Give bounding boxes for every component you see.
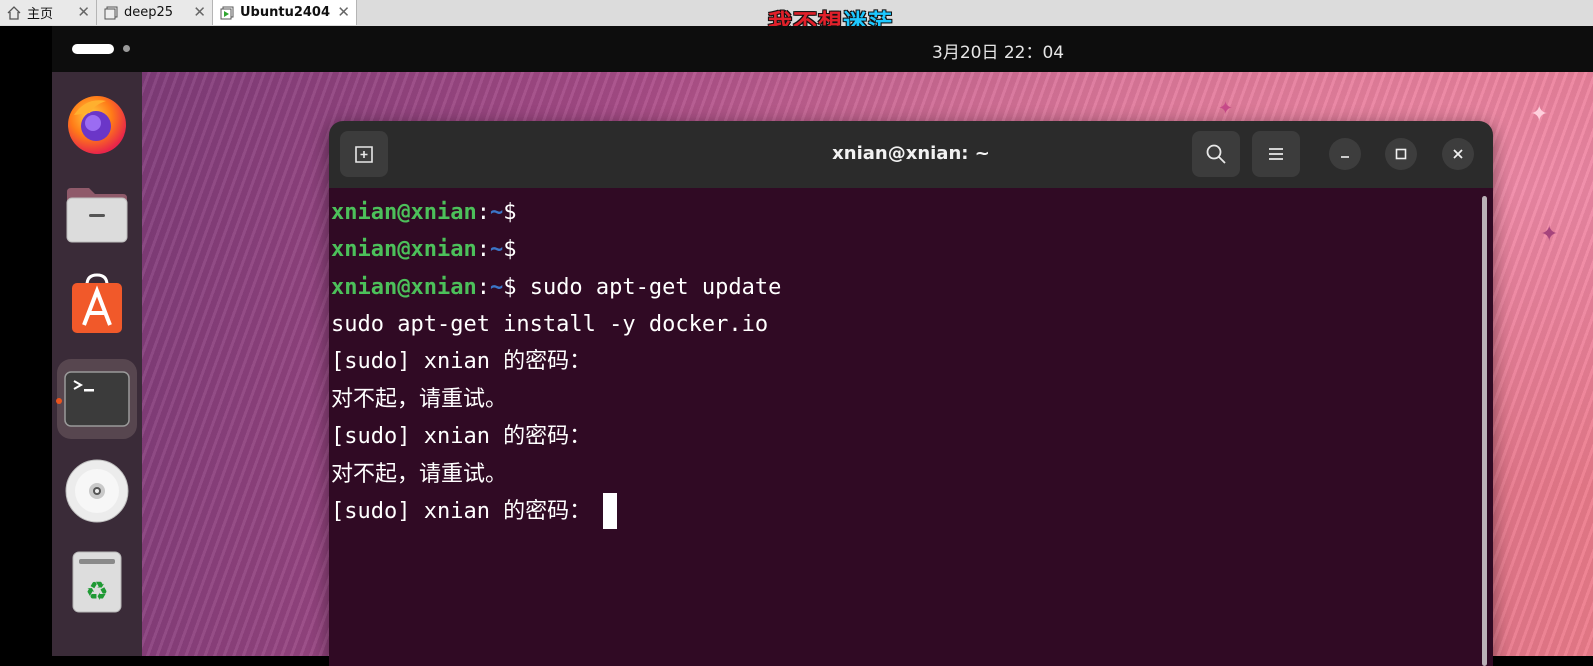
vm-left-margin <box>0 26 52 656</box>
terminal-title: xnian@xnian: ~ <box>832 143 990 164</box>
maximize-button[interactable] <box>1385 138 1417 170</box>
prompt-dollar: $ <box>503 200 517 225</box>
terminal-line: 对不起，请重试。 <box>331 387 508 412</box>
vm-tab-label: 主页 <box>27 7 54 22</box>
command-text: sudo apt-get update <box>516 275 782 300</box>
terminal-output[interactable]: xnian@xnian:~$ xnian@xnian:~$ xnian@xnia… <box>329 188 1493 666</box>
hamburger-menu-icon <box>1269 148 1283 160</box>
terminal-window: xnian@xnian: ~ xnian@xnian:~$ xnian@xnia… <box>329 121 1493 666</box>
clock[interactable]: 3月20日 22：04 <box>932 38 1064 63</box>
prompt-sep: : <box>476 200 490 225</box>
disc-icon <box>65 459 129 523</box>
sparkle-icon: ✦ <box>1540 222 1559 247</box>
sparkle-icon: ✦ <box>1218 98 1234 119</box>
app-center-icon <box>72 273 122 333</box>
dock-disc[interactable] <box>65 459 129 523</box>
dock-app-center[interactable] <box>65 272 129 336</box>
search-icon <box>1206 144 1226 164</box>
terminal-line: [sudo] xnian 的密码： <box>331 493 618 530</box>
vm-tab-deep25[interactable]: deep25 ✕ <box>97 0 213 25</box>
menu-button[interactable] <box>1252 131 1300 177</box>
maximize-icon <box>1395 148 1407 160</box>
terminal-line: xnian@xnian:~$ sudo apt-get update <box>331 269 781 306</box>
vm-icon <box>103 5 119 21</box>
vm-tab-label: deep25 <box>124 5 174 20</box>
running-indicator <box>56 398 62 404</box>
terminal-line: sudo apt-get install -y docker.io <box>331 312 769 337</box>
prompt-path: ~ <box>489 200 504 225</box>
terminal-line: xnian@xnian:~$ <box>331 231 516 268</box>
prompt-user: xnian@xnian <box>331 275 477 300</box>
minimize-button[interactable] <box>1329 138 1361 170</box>
ubuntu-top-bar: 3月20日 22：04 <box>52 26 1593 72</box>
prompt-user: xnian@xnian <box>331 237 477 262</box>
close-icon <box>1453 149 1463 159</box>
prompt-dollar: $ <box>503 275 517 300</box>
prompt-path: ~ <box>489 275 504 300</box>
scrollbar[interactable] <box>1482 196 1487 666</box>
vm-tab-ubuntu2404[interactable]: Ubuntu2404 ✕ <box>213 0 357 25</box>
prompt-sep: : <box>476 237 490 262</box>
terminal-line: 对不起，请重试。 <box>331 462 508 487</box>
close-button[interactable] <box>1442 138 1474 170</box>
prompt-path: ~ <box>489 237 504 262</box>
terminal-line: [sudo] xnian 的密码： <box>331 424 592 449</box>
sparkle-icon: ✦ <box>1530 102 1549 127</box>
vm-tab-strip: 主页 ✕ deep25 ✕ Ubuntu2404 ✕ 我不想迷茫 <box>0 0 1593 37</box>
close-icon[interactable]: ✕ <box>337 3 350 21</box>
firefox-icon <box>68 96 126 154</box>
prompt-user: xnian@xnian <box>331 200 477 225</box>
dock-firefox[interactable] <box>65 92 129 156</box>
text-cursor <box>603 493 618 529</box>
svg-text:♻: ♻ <box>85 577 108 607</box>
dock: ♻ <box>52 72 142 656</box>
terminal-line: [sudo] xnian 的密码： <box>331 349 592 374</box>
home-icon <box>6 5 22 21</box>
prompt-dollar: $ <box>503 237 517 262</box>
files-icon <box>66 188 128 243</box>
terminal-icon <box>64 371 130 427</box>
sudo-prompt-text: [sudo] xnian 的密码： <box>331 499 592 524</box>
search-button[interactable] <box>1192 131 1240 177</box>
minimize-icon <box>1341 156 1349 158</box>
prompt-sep: : <box>476 275 490 300</box>
vm-tab-label: Ubuntu2404 <box>240 5 331 20</box>
dock-files[interactable] <box>65 182 129 246</box>
close-icon[interactable]: ✕ <box>77 3 90 21</box>
vm-tab-home[interactable]: 主页 ✕ <box>0 0 97 25</box>
trash-icon: ♻ <box>72 551 122 613</box>
dock-trash[interactable]: ♻ <box>65 550 129 614</box>
vm-running-icon <box>219 5 235 21</box>
terminal-line: xnian@xnian:~$ <box>331 194 516 231</box>
close-icon[interactable]: ✕ <box>193 3 206 21</box>
workspace-indicator-dot[interactable] <box>123 45 130 52</box>
workspace-indicator-active[interactable] <box>72 44 114 54</box>
terminal-headerbar: xnian@xnian: ~ <box>329 121 1493 188</box>
dock-terminal[interactable] <box>57 359 137 439</box>
